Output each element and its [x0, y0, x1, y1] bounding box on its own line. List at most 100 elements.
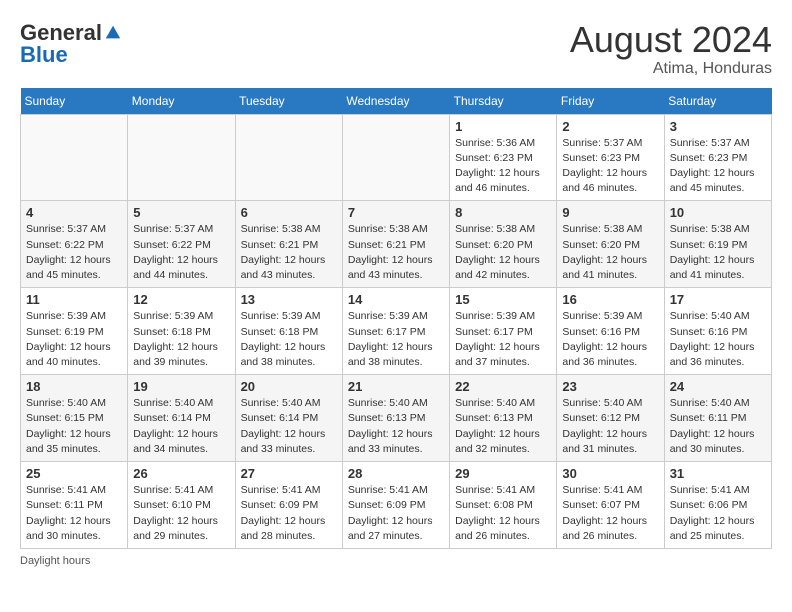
calendar-cell [342, 114, 449, 201]
day-info: Sunrise: 5:40 AM Sunset: 6:13 PM Dayligh… [455, 396, 551, 457]
day-number: 7 [348, 205, 444, 220]
day-info: Sunrise: 5:40 AM Sunset: 6:11 PM Dayligh… [670, 396, 766, 457]
calendar-cell: 28 Sunrise: 5:41 AM Sunset: 6:09 PM Dayli… [342, 462, 449, 549]
calendar-table: SundayMondayTuesdayWednesdayThursdayFrid… [20, 88, 772, 549]
calendar-cell: 6 Sunrise: 5:38 AM Sunset: 6:21 PM Daylig… [235, 201, 342, 288]
day-number: 4 [26, 205, 122, 220]
calendar-cell: 3Sunrise: 5:37 AM Sunset: 6:23 PM Daylig… [664, 114, 771, 201]
day-info: Sunrise: 5:38 AM Sunset: 6:20 PM Dayligh… [562, 222, 658, 283]
day-info: Sunrise: 5:37 AM Sunset: 6:23 PM Dayligh… [670, 136, 766, 197]
day-number: 26 [133, 466, 229, 481]
day-info: Sunrise: 5:38 AM Sunset: 6:19 PM Dayligh… [670, 222, 766, 283]
calendar-cell: 27Sunrise: 5:41 AM Sunset: 6:09 PM Dayli… [235, 462, 342, 549]
weekday-header-sunday: Sunday [21, 88, 128, 115]
calendar-cell: 11 Sunrise: 5:39 AM Sunset: 6:19 PM Dayli… [21, 288, 128, 375]
day-number: 25 [26, 466, 122, 481]
day-number: 21 [348, 379, 444, 394]
calendar-cell: 14Sunrise: 5:39 AM Sunset: 6:17 PM Dayli… [342, 288, 449, 375]
day-number: 20 [241, 379, 337, 394]
day-info: Sunrise: 5:41 AM Sunset: 6:09 PM Dayligh… [348, 483, 444, 544]
calendar-cell: 30 Sunrise: 5:41 AM Sunset: 6:07 PM Dayli… [557, 462, 664, 549]
month-title-block: August 2024 Atima, Honduras [570, 20, 772, 78]
day-info: Sunrise: 5:39 AM Sunset: 6:18 PM Dayligh… [241, 309, 337, 370]
day-number: 10 [670, 205, 766, 220]
logo-icon [104, 24, 122, 42]
weekday-header-friday: Friday [557, 88, 664, 115]
calendar-cell: 31Sunrise: 5:41 AM Sunset: 6:06 PM Dayli… [664, 462, 771, 549]
weekday-header-wednesday: Wednesday [342, 88, 449, 115]
day-info: Sunrise: 5:40 AM Sunset: 6:15 PM Dayligh… [26, 396, 122, 457]
calendar-cell: 12 Sunrise: 5:39 AM Sunset: 6:18 PM Dayli… [128, 288, 235, 375]
day-number: 16 [562, 292, 658, 307]
calendar-cell: 22 Sunrise: 5:40 AM Sunset: 6:13 PM Dayli… [450, 375, 557, 462]
day-number: 12 [133, 292, 229, 307]
day-number: 11 [26, 292, 122, 307]
day-number: 2 [562, 119, 658, 134]
calendar-cell: 18 Sunrise: 5:40 AM Sunset: 6:15 PM Dayli… [21, 375, 128, 462]
calendar-cell: 5 Sunrise: 5:37 AM Sunset: 6:22 PM Daylig… [128, 201, 235, 288]
day-number: 18 [26, 379, 122, 394]
day-info: Sunrise: 5:40 AM Sunset: 6:13 PM Dayligh… [348, 396, 444, 457]
calendar-cell: 24 Sunrise: 5:40 AM Sunset: 6:11 PM Dayli… [664, 375, 771, 462]
weekday-header-monday: Monday [128, 88, 235, 115]
day-info: Sunrise: 5:41 AM Sunset: 6:07 PM Dayligh… [562, 483, 658, 544]
day-info: Sunrise: 5:39 AM Sunset: 6:19 PM Dayligh… [26, 309, 122, 370]
calendar-week-2: 4 Sunrise: 5:37 AM Sunset: 6:22 PM Daylig… [21, 201, 772, 288]
calendar-week-1: 1 Sunrise: 5:36 AM Sunset: 6:23 PM Daylig… [21, 114, 772, 201]
calendar-cell: 23Sunrise: 5:40 AM Sunset: 6:12 PM Dayli… [557, 375, 664, 462]
day-number: 30 [562, 466, 658, 481]
calendar-cell: 8 Sunrise: 5:38 AM Sunset: 6:20 PM Daylig… [450, 201, 557, 288]
calendar-cell [235, 114, 342, 201]
day-number: 1 [455, 119, 551, 134]
calendar-week-3: 11 Sunrise: 5:39 AM Sunset: 6:19 PM Dayli… [21, 288, 772, 375]
logo-blue-text: Blue [20, 42, 68, 68]
day-info: Sunrise: 5:37 AM Sunset: 6:23 PM Dayligh… [562, 136, 658, 197]
calendar-cell: 15Sunrise: 5:39 AM Sunset: 6:17 PM Dayli… [450, 288, 557, 375]
location-subtitle: Atima, Honduras [570, 60, 772, 78]
day-number: 22 [455, 379, 551, 394]
day-info: Sunrise: 5:39 AM Sunset: 6:17 PM Dayligh… [348, 309, 444, 370]
weekday-header-tuesday: Tuesday [235, 88, 342, 115]
day-info: Sunrise: 5:40 AM Sunset: 6:14 PM Dayligh… [133, 396, 229, 457]
day-number: 5 [133, 205, 229, 220]
day-info: Sunrise: 5:40 AM Sunset: 6:14 PM Dayligh… [241, 396, 337, 457]
day-info: Sunrise: 5:39 AM Sunset: 6:16 PM Dayligh… [562, 309, 658, 370]
day-number: 19 [133, 379, 229, 394]
calendar-cell: 4Sunrise: 5:37 AM Sunset: 6:22 PM Daylig… [21, 201, 128, 288]
day-info: Sunrise: 5:41 AM Sunset: 6:06 PM Dayligh… [670, 483, 766, 544]
day-number: 6 [241, 205, 337, 220]
calendar-cell: 25 Sunrise: 5:41 AM Sunset: 6:11 PM Dayli… [21, 462, 128, 549]
calendar-week-4: 18 Sunrise: 5:40 AM Sunset: 6:15 PM Dayli… [21, 375, 772, 462]
day-number: 8 [455, 205, 551, 220]
calendar-cell: 19 Sunrise: 5:40 AM Sunset: 6:14 PM Dayli… [128, 375, 235, 462]
calendar-cell: 16 Sunrise: 5:39 AM Sunset: 6:16 PM Dayli… [557, 288, 664, 375]
calendar-cell: 7Sunrise: 5:38 AM Sunset: 6:21 PM Daylig… [342, 201, 449, 288]
day-info: Sunrise: 5:39 AM Sunset: 6:17 PM Dayligh… [455, 309, 551, 370]
logo: General Blue [20, 20, 122, 68]
footer: Daylight hours [20, 555, 772, 567]
day-number: 17 [670, 292, 766, 307]
day-info: Sunrise: 5:38 AM Sunset: 6:21 PM Dayligh… [241, 222, 337, 283]
calendar-cell: 1 Sunrise: 5:36 AM Sunset: 6:23 PM Daylig… [450, 114, 557, 201]
day-info: Sunrise: 5:41 AM Sunset: 6:11 PM Dayligh… [26, 483, 122, 544]
day-info: Sunrise: 5:36 AM Sunset: 6:23 PM Dayligh… [455, 136, 551, 197]
day-info: Sunrise: 5:38 AM Sunset: 6:20 PM Dayligh… [455, 222, 551, 283]
day-info: Sunrise: 5:37 AM Sunset: 6:22 PM Dayligh… [133, 222, 229, 283]
calendar-cell [21, 114, 128, 201]
day-number: 28 [348, 466, 444, 481]
calendar-cell: 21 Sunrise: 5:40 AM Sunset: 6:13 PM Dayli… [342, 375, 449, 462]
day-info: Sunrise: 5:39 AM Sunset: 6:18 PM Dayligh… [133, 309, 229, 370]
day-info: Sunrise: 5:41 AM Sunset: 6:09 PM Dayligh… [241, 483, 337, 544]
calendar-cell: 17Sunrise: 5:40 AM Sunset: 6:16 PM Dayli… [664, 288, 771, 375]
day-number: 24 [670, 379, 766, 394]
calendar-week-5: 25 Sunrise: 5:41 AM Sunset: 6:11 PM Dayli… [21, 462, 772, 549]
weekday-header-row: SundayMondayTuesdayWednesdayThursdayFrid… [21, 88, 772, 115]
day-number: 23 [562, 379, 658, 394]
day-number: 9 [562, 205, 658, 220]
day-info: Sunrise: 5:41 AM Sunset: 6:10 PM Dayligh… [133, 483, 229, 544]
weekday-header-thursday: Thursday [450, 88, 557, 115]
weekday-header-saturday: Saturday [664, 88, 771, 115]
month-year-title: August 2024 [570, 20, 772, 60]
day-number: 29 [455, 466, 551, 481]
calendar-cell: 26 Sunrise: 5:41 AM Sunset: 6:10 PM Dayli… [128, 462, 235, 549]
